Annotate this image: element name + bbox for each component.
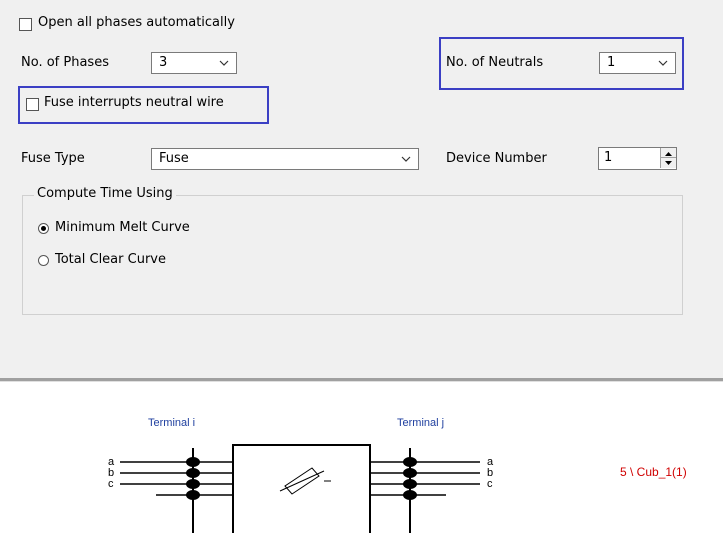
spin-up-button[interactable] — [660, 148, 676, 158]
phase-label: c — [487, 478, 493, 490]
phases-label: No. of Phases — [21, 55, 109, 70]
minimum-melt-radio[interactable] — [38, 223, 49, 234]
cubicle-label: 5 \ Cub_1(1) — [620, 465, 687, 479]
minimum-melt-label: Minimum Melt Curve — [55, 220, 190, 235]
fuse-type-select[interactable]: Fuse — [151, 148, 419, 170]
terminal-i-lines — [120, 448, 233, 533]
device-number-value: 1 — [604, 150, 613, 165]
phases-value: 3 — [159, 55, 168, 70]
fuse-dialog-panel: Open all phases automatically No. of Pha… — [0, 0, 723, 378]
chevron-down-icon — [658, 60, 668, 66]
neutrals-select[interactable]: 1 — [599, 52, 676, 74]
chevron-down-icon — [401, 156, 411, 162]
fuse-type-value: Fuse — [159, 151, 189, 166]
fuse-interrupts-neutral-label: Fuse interrupts neutral wire — [44, 95, 224, 110]
chevron-down-icon — [219, 60, 229, 66]
device-number-label: Device Number — [446, 151, 547, 166]
total-clear-radio[interactable] — [38, 255, 49, 266]
neutrals-value: 1 — [607, 55, 616, 70]
terminal-j-label: Terminal j — [397, 417, 444, 429]
neutrals-label: No. of Neutrals — [446, 55, 544, 70]
compute-time-title: Compute Time Using — [34, 186, 176, 202]
fuse-type-label: Fuse Type — [21, 151, 85, 166]
spin-down-button[interactable] — [660, 158, 676, 168]
open-all-phases-label: Open all phases automatically — [38, 15, 235, 30]
phase-label: c — [108, 478, 114, 490]
triangle-down-icon — [665, 161, 672, 165]
terminal-i-label: Terminal i — [148, 417, 195, 429]
fuse-diagram: Terminal i Terminal j a b c a b c 5 \ Cu… — [108, 417, 687, 533]
total-clear-label: Total Clear Curve — [55, 252, 166, 267]
fuse-box — [232, 444, 371, 533]
open-all-phases-checkbox[interactable] — [19, 18, 32, 31]
fuse-interrupts-neutral-checkbox[interactable] — [26, 98, 39, 111]
device-number-spinner[interactable]: 1 — [598, 147, 677, 170]
terminal-j-lines — [370, 448, 480, 533]
phases-select[interactable]: 3 — [151, 52, 237, 74]
